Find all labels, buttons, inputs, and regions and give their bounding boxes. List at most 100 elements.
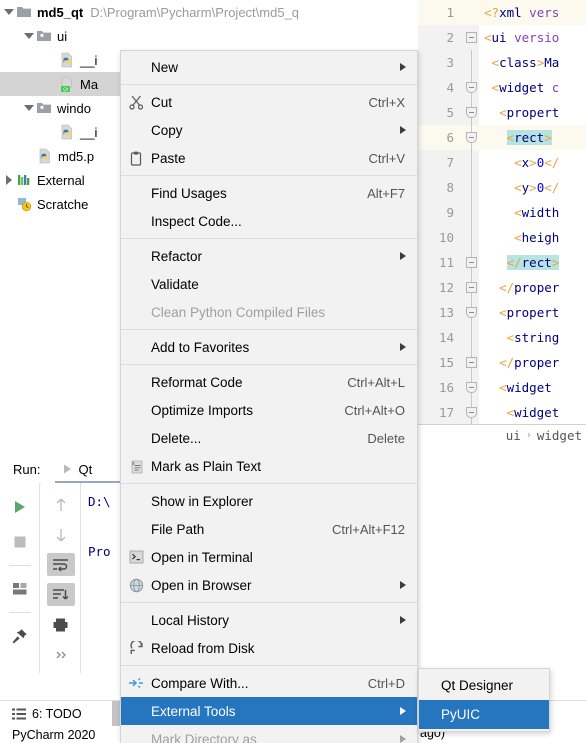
blank-icon [121, 487, 151, 515]
todo-tool-button[interactable]: 6: TODO [12, 707, 82, 721]
tree-item-label: External [37, 172, 85, 188]
fold-toggle[interactable] [466, 257, 477, 268]
menu-item-copy[interactable]: Copy [121, 116, 417, 144]
submenu-arrow-icon [400, 707, 406, 715]
reload-icon [121, 634, 151, 662]
menu-item-open-in-terminal[interactable]: Open in Terminal [121, 543, 417, 571]
menu-item-label: Find Usages [151, 185, 227, 201]
menu-item-optimize-imports[interactable]: Optimize Imports Ctrl+Alt+O [121, 396, 417, 424]
fold-toggle[interactable] [466, 282, 477, 293]
scroll-to-end-icon[interactable] [46, 583, 75, 606]
menu-item-label: New [151, 59, 179, 75]
code-line: 5 <propert [418, 100, 586, 125]
arrow-down-icon[interactable] [47, 523, 75, 546]
submenu-item-qt-designer[interactable]: Qt Designer [419, 671, 549, 700]
menu-item-paste[interactable]: Paste Ctrl+V [121, 144, 417, 172]
menu-item-delete[interactable]: Delete... Delete [121, 424, 417, 452]
print-icon[interactable] [47, 613, 75, 636]
menu-item-validate[interactable]: Validate [121, 270, 417, 298]
plain-text-icon: x [121, 452, 151, 480]
menu-item-external-tools[interactable]: External Tools [121, 697, 417, 725]
code-line: 1 <?xml vers [418, 0, 586, 25]
breadcrumb[interactable]: ui › widget [418, 424, 586, 446]
blank-icon [121, 242, 151, 270]
menu-item-label: Open in Terminal [151, 549, 253, 565]
fold-toggle[interactable] [466, 32, 477, 43]
menu-item-accel: Alt+F7 [367, 185, 405, 201]
python-file-icon [36, 147, 54, 165]
fold-toggle[interactable] [466, 357, 477, 368]
layout-icon[interactable] [6, 575, 34, 603]
menu-item-file-path[interactable]: File Path Ctrl+Alt+F12 [121, 515, 417, 543]
run-toolbar-primary [0, 483, 40, 673]
menu-item-refactor[interactable]: Refactor [121, 242, 417, 270]
fold-toggle[interactable] [466, 407, 477, 418]
context-menu[interactable]: New Cut Ctrl+X Copy Paste Ctrl+V Find Us… [120, 50, 418, 743]
folder-icon [15, 3, 33, 21]
code-line-highlighted: 6 <rect> [418, 125, 586, 150]
menu-item-local-history[interactable]: Local History [121, 606, 417, 634]
fold-toggle[interactable] [466, 107, 477, 118]
menu-item-mark-directory-as[interactable]: Mark Directory as [121, 725, 417, 743]
run-tab[interactable]: Qt [62, 462, 92, 477]
menu-item-label: External Tools [151, 703, 236, 719]
code-line: 11 </rect> [418, 250, 586, 275]
code-line: 16 <widget [418, 375, 586, 400]
line-number: 16 [418, 375, 454, 400]
menu-item-reformat-code[interactable]: Reformat Code Ctrl+Alt+L [121, 368, 417, 396]
tree-item-label: __i [80, 124, 98, 140]
fold-toggle[interactable] [466, 307, 477, 318]
fold-toggle[interactable] [466, 82, 477, 93]
blank-icon [121, 515, 151, 543]
breadcrumb-item-widget[interactable]: widget [537, 428, 582, 443]
arrow-up-icon[interactable] [47, 493, 75, 516]
line-number: 14 [418, 325, 454, 350]
tree-item-label: md5_qt [37, 4, 84, 20]
expander-toggle[interactable] [22, 96, 35, 120]
menu-item-accel: Ctrl+X [368, 94, 405, 110]
blank-icon [121, 606, 151, 634]
line-number: 7 [418, 150, 454, 175]
menu-item-show-in-explorer[interactable]: Show in Explorer [121, 487, 417, 515]
globe-icon [121, 571, 151, 599]
more-icon[interactable] [47, 643, 75, 666]
fold-toggle[interactable] [466, 382, 477, 393]
code-line: 7 <x>0</ [418, 150, 586, 175]
line-number: 12 [418, 275, 454, 300]
menu-item-new[interactable]: New [121, 53, 417, 81]
fold-toggle[interactable] [466, 132, 477, 143]
code-line: 12 </proper [418, 275, 586, 300]
blank-icon [121, 207, 151, 235]
menu-item-label: Refactor [151, 248, 203, 264]
breadcrumb-item-ui[interactable]: ui [506, 428, 521, 443]
run-icon[interactable] [6, 493, 34, 521]
blank-icon [121, 179, 151, 207]
soft-wrap-icon[interactable] [46, 553, 75, 576]
code-line: 3 <class>Ma [418, 50, 586, 75]
expander-toggle[interactable] [2, 0, 15, 24]
tree-row[interactable]: ui [0, 24, 418, 48]
stop-icon[interactable] [6, 528, 34, 556]
scratches-icon [15, 195, 33, 213]
external-tools-submenu[interactable]: Qt Designer PyUIC [418, 668, 550, 732]
pin-icon[interactable] [6, 622, 34, 650]
menu-item-cut[interactable]: Cut Ctrl+X [121, 88, 417, 116]
code-line: 9 <width [418, 200, 586, 225]
menu-item-add-to-favorites[interactable]: Add to Favorites [121, 333, 417, 361]
menu-item-compare-with[interactable]: Compare With... Ctrl+D [121, 669, 417, 697]
expander-toggle[interactable] [22, 24, 35, 48]
menu-item-find-usages[interactable]: Find Usages Alt+F7 [121, 179, 417, 207]
blank-icon [121, 116, 151, 144]
chevron-right-icon: › [525, 430, 532, 441]
menu-item-reload-from-disk[interactable]: Reload from Disk [121, 634, 417, 662]
menu-item-label: Mark as Plain Text [151, 458, 262, 474]
submenu-arrow-icon [400, 252, 406, 260]
tree-row[interactable]: md5_qt D:\Program\Pycharm\Project\md5_q [0, 0, 418, 24]
code-editor[interactable]: 1 <?xml vers 2 <ui versio 3 <class>Ma 4 … [418, 0, 586, 424]
submenu-item-pyuic[interactable]: PyUIC [419, 700, 549, 729]
expander-toggle[interactable] [2, 168, 15, 192]
menu-item-inspect-code[interactable]: Inspect Code... [121, 207, 417, 235]
menu-item-mark-as-plain-text[interactable]: x Mark as Plain Text [121, 452, 417, 480]
menu-item-open-in-browser[interactable]: Open in Browser [121, 571, 417, 599]
submenu-arrow-icon [400, 581, 406, 589]
